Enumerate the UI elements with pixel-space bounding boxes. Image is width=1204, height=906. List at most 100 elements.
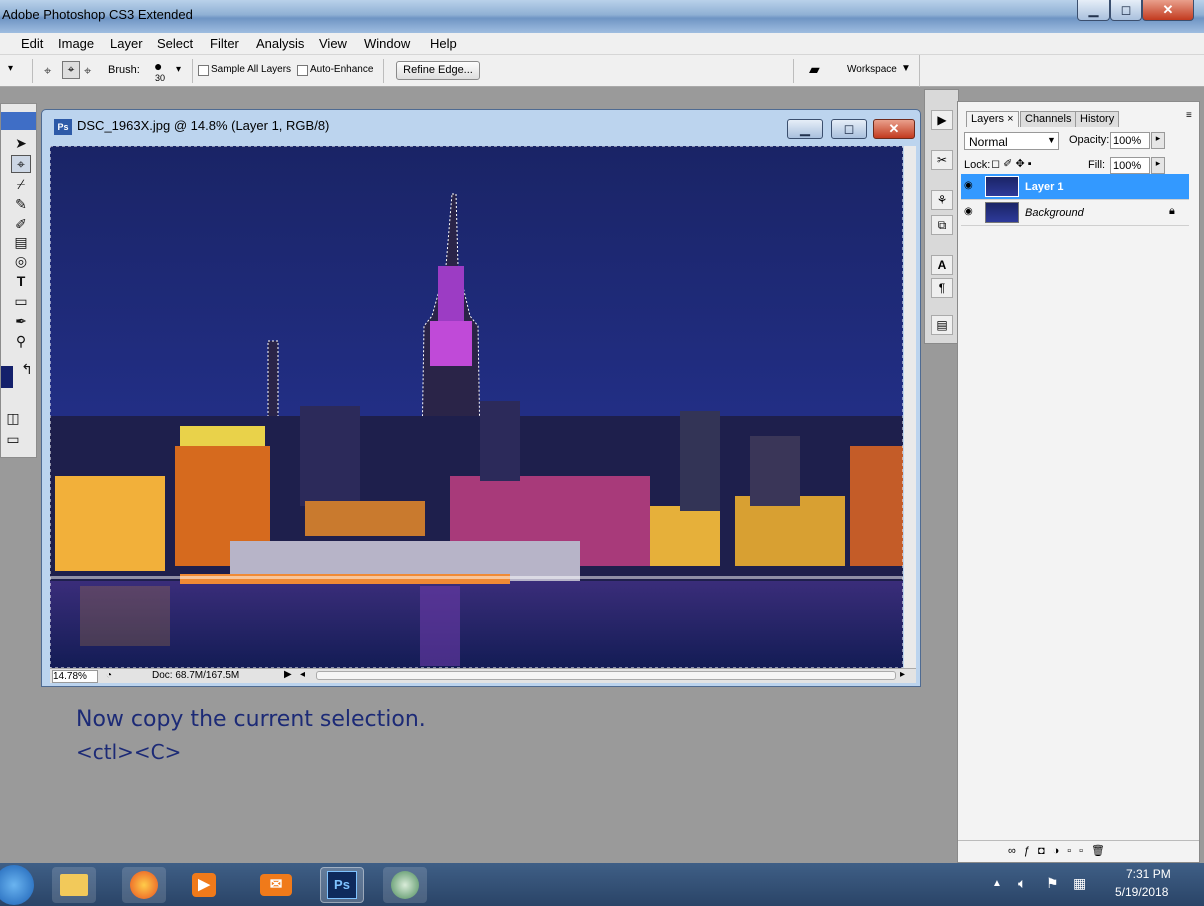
- firefox-icon[interactable]: [122, 867, 166, 903]
- layer-name[interactable]: Background: [1025, 207, 1084, 219]
- eyedropper-tool-icon[interactable]: ✒: [11, 312, 31, 330]
- menu-layer[interactable]: Layer: [110, 36, 143, 51]
- tab-layers-label: Layers: [971, 113, 1005, 125]
- tab-channels[interactable]: Channels: [1020, 111, 1077, 127]
- doc-close-button[interactable]: ✕: [873, 119, 915, 139]
- type-tool-icon[interactable]: T: [11, 272, 31, 290]
- workspace-menu[interactable]: Workspace: [847, 64, 897, 75]
- vertical-scrollbar[interactable]: [904, 146, 916, 668]
- windows-start-button[interactable]: [0, 865, 34, 905]
- menu-analysis[interactable]: Analysis: [256, 36, 304, 51]
- blend-mode-select[interactable]: Normal ▼: [964, 132, 1059, 150]
- menu-select[interactable]: Select: [157, 36, 193, 51]
- visibility-eye-icon[interactable]: ◉: [964, 180, 973, 191]
- menu-window[interactable]: Window: [364, 36, 410, 51]
- horizontal-scrollbar[interactable]: [316, 671, 896, 680]
- paragraph-panel-icon[interactable]: ¶: [931, 278, 953, 298]
- menu-filter[interactable]: Filter: [210, 36, 239, 51]
- close-button[interactable]: ✕: [1142, 0, 1194, 21]
- photoshop-taskbar-button[interactable]: Ps: [320, 867, 364, 903]
- instruction-line-1: Now copy the current selection.: [76, 707, 426, 732]
- menu-view[interactable]: View: [319, 36, 347, 51]
- tab-history[interactable]: History: [1075, 111, 1120, 127]
- notes-panel-icon[interactable]: ▤: [931, 315, 953, 335]
- zoom-level-field[interactable]: 14.78%: [52, 670, 98, 683]
- brush-picker-chevron-icon[interactable]: ▾: [176, 64, 181, 75]
- tab-layers[interactable]: Layers ×: [966, 111, 1019, 127]
- auto-enhance-checkbox[interactable]: [297, 65, 308, 76]
- volume-icon[interactable]: 🔈︎: [1018, 875, 1026, 892]
- crop-tool-icon[interactable]: ⌿: [11, 175, 31, 193]
- swap-colors-icon[interactable]: ↰: [17, 360, 37, 378]
- layer-thumbnail: [985, 176, 1019, 197]
- bridge-icon[interactable]: ▰: [809, 61, 820, 78]
- clock-date[interactable]: 5/19/2018: [1115, 885, 1168, 899]
- zoom-icon: ◔: [106, 670, 113, 681]
- brush-dot-icon[interactable]: ●: [154, 58, 162, 74]
- layer-actions-icons[interactable]: ∞ƒ◘◑▫▫🗑︎: [1008, 844, 1113, 857]
- divider: [793, 59, 794, 83]
- subtract-selection-icon[interactable]: ⌖: [84, 63, 91, 79]
- flag-icon[interactable]: ⚑: [1046, 875, 1059, 892]
- clone-source-icon[interactable]: ⚘: [931, 190, 953, 210]
- tool-preset-dropdown[interactable]: ▾: [8, 63, 13, 74]
- zoom-tool-icon[interactable]: ⚲: [11, 332, 31, 350]
- clock-time[interactable]: 7:31 PM: [1126, 867, 1171, 881]
- toolbox-header: [1, 112, 36, 130]
- quick-mask-icon[interactable]: ◫: [3, 409, 23, 427]
- panel-menu-icon[interactable]: ≡: [1186, 110, 1192, 121]
- lock-options-icon[interactable]: ◻ ✐ ✥ ▪: [991, 157, 1032, 170]
- image-canvas[interactable]: [50, 146, 903, 668]
- document-status-bar: 14.78% ◔ Doc: 68.7M/167.5M ▶ ◂ ▸: [50, 668, 916, 683]
- mail-icon[interactable]: ✉: [254, 867, 298, 903]
- workspace-chevron-icon[interactable]: ▼: [901, 63, 911, 74]
- scroll-left-arrow-icon[interactable]: ◂: [300, 669, 305, 680]
- maximize-button[interactable]: ◻: [1110, 0, 1142, 21]
- menu-help[interactable]: Help: [430, 36, 457, 51]
- scroll-right-arrow-icon[interactable]: ▸: [900, 669, 905, 680]
- network-app-icon[interactable]: [383, 867, 427, 903]
- show-hidden-icons-icon[interactable]: ▲: [992, 878, 1002, 889]
- layer-thumbnail: [985, 202, 1019, 223]
- new-selection-icon[interactable]: ⌖: [44, 63, 51, 79]
- status-menu-arrow-icon[interactable]: ▶: [284, 669, 292, 680]
- fill-field[interactable]: 100%: [1110, 157, 1150, 174]
- opacity-field[interactable]: 100%: [1110, 132, 1150, 149]
- history-brush-icon[interactable]: ✐: [11, 215, 31, 233]
- refine-edge-button[interactable]: Refine Edge...: [396, 61, 480, 80]
- layer-comps-icon[interactable]: ⧉: [931, 215, 953, 235]
- character-panel-icon[interactable]: A: [931, 255, 953, 275]
- gradient-tool-icon[interactable]: ▤: [11, 233, 31, 251]
- network-icon[interactable]: ▦: [1073, 875, 1086, 892]
- doc-minimize-button[interactable]: ▁: [787, 119, 823, 139]
- sample-all-layers-checkbox[interactable]: [198, 65, 209, 76]
- layers-footer: ∞ƒ◘◑▫▫🗑︎: [958, 840, 1199, 862]
- shape-tool-icon[interactable]: ▭: [11, 292, 31, 310]
- minimize-button[interactable]: ▁: [1077, 0, 1110, 21]
- layer-name[interactable]: Layer 1: [1025, 181, 1064, 193]
- file-explorer-icon[interactable]: [52, 867, 96, 903]
- foreground-color-swatch[interactable]: [1, 366, 13, 388]
- dodge-tool-icon[interactable]: ◎: [11, 252, 31, 270]
- menu-image[interactable]: Image: [58, 36, 94, 51]
- menu-edit[interactable]: Edit: [21, 36, 43, 51]
- blend-mode-value: Normal: [969, 135, 1008, 149]
- tools-panel-icon[interactable]: ✂: [931, 150, 953, 170]
- play-icon: ▶: [192, 873, 216, 897]
- layer-row-background[interactable]: ◉ Background 🔒︎: [961, 200, 1189, 226]
- actions-panel-icon[interactable]: ▶: [931, 110, 953, 130]
- doc-size-info: Doc: 68.7M/167.5M: [152, 670, 240, 681]
- opacity-slider-arrow-icon[interactable]: ▸: [1151, 132, 1165, 149]
- brush-tool-icon[interactable]: ✎: [11, 195, 31, 213]
- move-tool-icon[interactable]: ➤: [11, 134, 31, 152]
- layer-row-layer1[interactable]: ◉ Layer 1: [961, 174, 1189, 200]
- add-selection-icon[interactable]: ⌖: [62, 61, 80, 79]
- quick-selection-tool-icon[interactable]: ⌖: [11, 155, 31, 173]
- fill-slider-arrow-icon[interactable]: ▸: [1151, 157, 1165, 174]
- screen-mode-icon[interactable]: ▭: [3, 430, 23, 448]
- photoshop-doc-icon: Ps: [54, 119, 72, 135]
- media-player-icon[interactable]: ▶: [182, 867, 226, 903]
- document-title: DSC_1963X.jpg @ 14.8% (Layer 1, RGB/8): [77, 118, 330, 133]
- visibility-eye-icon[interactable]: ◉: [964, 206, 973, 217]
- doc-maximize-button[interactable]: ◻: [831, 119, 867, 139]
